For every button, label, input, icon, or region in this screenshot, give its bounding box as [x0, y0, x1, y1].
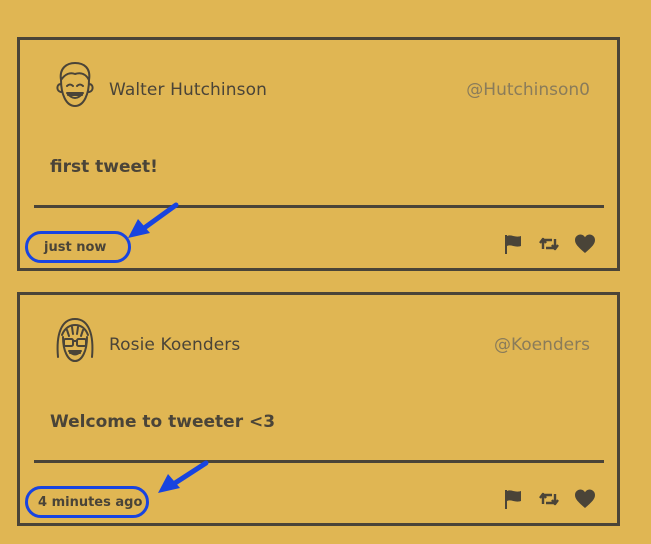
man-avatar-icon	[53, 60, 97, 112]
divider	[34, 205, 604, 208]
timestamp-highlight: just now	[25, 231, 131, 263]
timestamp: 4 minutes ago	[38, 494, 143, 510]
heart-icon[interactable]	[574, 233, 596, 255]
heart-icon[interactable]	[574, 488, 596, 510]
timestamp: just now	[44, 239, 107, 255]
tweet-content: first tweet!	[50, 157, 158, 177]
author-handle[interactable]: @Hutchinson0	[466, 80, 590, 100]
divider	[34, 460, 604, 463]
retweet-icon[interactable]	[538, 488, 560, 510]
flag-icon[interactable]	[502, 233, 524, 255]
author-name: Walter Hutchinson	[109, 80, 267, 100]
retweet-icon[interactable]	[538, 233, 560, 255]
flag-icon[interactable]	[502, 488, 524, 510]
tweet-actions	[502, 233, 596, 255]
timestamp-highlight: 4 minutes ago	[25, 486, 149, 518]
tweet-card: Walter Hutchinson @Hutchinson0 first twe…	[17, 37, 620, 271]
tweet-card: Rosie Koenders @Koenders Welcome to twee…	[17, 292, 620, 526]
tweet-content: Welcome to tweeter <3	[50, 412, 276, 432]
tweet-actions	[502, 488, 596, 510]
woman-avatar-icon	[53, 315, 97, 367]
author-handle[interactable]: @Koenders	[494, 335, 590, 355]
author-name: Rosie Koenders	[109, 335, 241, 355]
